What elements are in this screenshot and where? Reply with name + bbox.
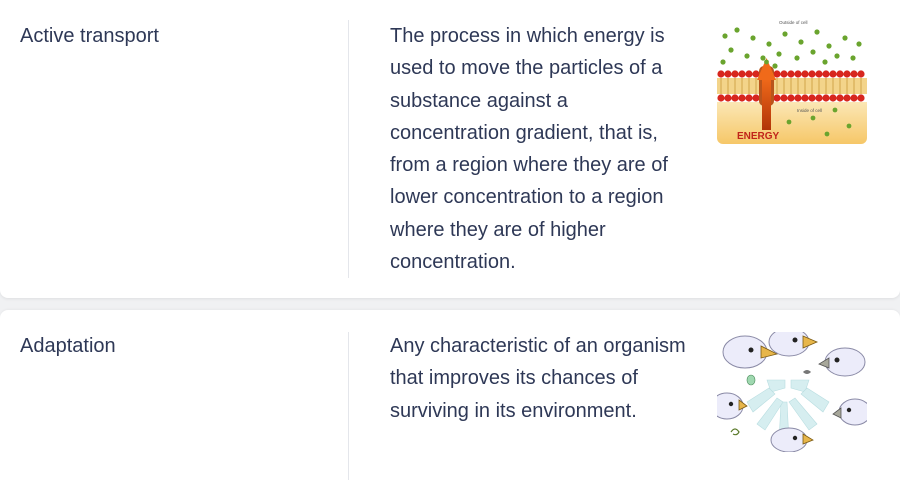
flashcard: Adaptation Any characteristic of an orga… [0,310,900,480]
inside-label: Inside of cell [797,108,822,113]
term-image[interactable]: Outside of cell Inside of cell ENERGY [717,18,867,144]
outside-label: Outside of cell [779,20,808,25]
definition-text: Any characteristic of an organism that i… [390,335,686,422]
card-divider [348,20,349,278]
flashcard: Active transport The process in which en… [0,0,900,298]
finch-beak-adaptation-illustration [717,332,867,452]
card-divider [348,332,349,480]
cell-membrane-active-transport-illustration: Outside of cell Inside of cell ENERGY [717,18,867,144]
term-text: Active transport [20,25,159,47]
energy-label: ENERGY [737,131,780,142]
definition-text: The process in which energy is used to m… [390,25,668,274]
term-text: Adaptation [20,335,116,357]
term-image[interactable] [717,332,867,452]
